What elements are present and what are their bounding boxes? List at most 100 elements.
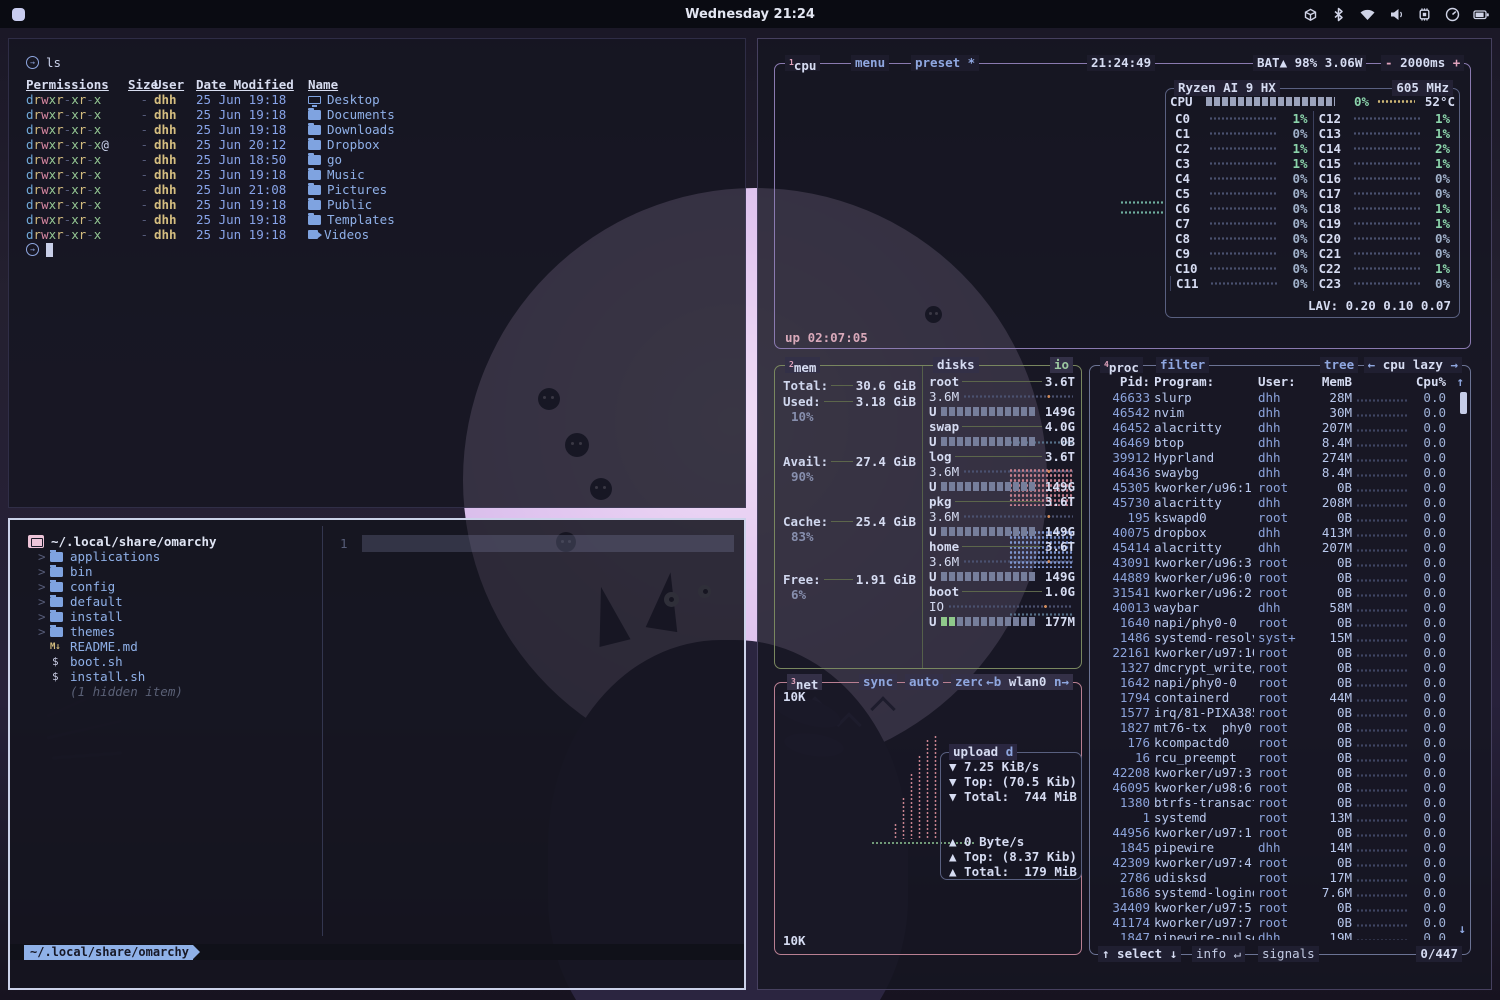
process-row[interactable]: 46633 slurp dhh 28M 0.0 [1096, 390, 1464, 405]
col-mem[interactable]: MemB [1308, 374, 1352, 389]
dropbox-icon[interactable] [1303, 7, 1318, 22]
cpu-chip-icon[interactable] [1417, 7, 1432, 22]
file-entry[interactable]: install.sh [10, 669, 322, 684]
process-row[interactable]: 45305 kworker/u96:1-sd root 0B 0.0 [1096, 480, 1464, 495]
file-entry[interactable]: default [10, 594, 322, 609]
scroll-down-arrow[interactable]: ↓ [1458, 921, 1466, 936]
process-row[interactable]: 1640 napi/phy0-0 root 0B 0.0 [1096, 615, 1464, 630]
ls-row: drwxr-xr-x - dhh 25 Jun 19:18 Videos [26, 227, 745, 242]
col-pid[interactable]: Pid: [1096, 374, 1150, 389]
net-box-title[interactable]: 3net [787, 674, 822, 690]
file-entry[interactable]: README.md [10, 639, 322, 654]
process-row[interactable]: 16 rcu_preempt root 0B 0.0 [1096, 750, 1464, 765]
volume-icon[interactable] [1389, 7, 1404, 22]
bluetooth-icon[interactable] [1331, 7, 1346, 22]
proc-scrollbar[interactable] [1460, 392, 1467, 414]
process-row[interactable]: 1827 mt76-tx phy0 root 0B 0.0 [1096, 720, 1464, 735]
core-row: C13 1% [1313, 126, 1456, 141]
process-row[interactable]: 44956 kworker/u97:1-kc root 0B 0.0 [1096, 825, 1464, 840]
process-row[interactable]: 31541 kworker/u96:2-sd root 0B 0.0 [1096, 585, 1464, 600]
file-entry[interactable]: bin [10, 564, 322, 579]
process-row[interactable]: 45414 alacritty dhh 207M 0.0 [1096, 540, 1464, 555]
process-mem-graph [1356, 758, 1408, 763]
net-stats-key[interactable]: d [1006, 744, 1014, 759]
preset-button[interactable]: preset * [911, 55, 979, 71]
core-row: C15 1% [1313, 156, 1456, 171]
col-user[interactable]: User: [1258, 374, 1304, 389]
net-interface-switcher[interactable]: ←b wlan0 n→ [982, 674, 1073, 690]
wifi-icon[interactable] [1359, 7, 1376, 22]
terminal-cursor[interactable] [46, 243, 53, 257]
process-row[interactable]: 195 kswapd0 root 0B 0.0 [1096, 510, 1464, 525]
process-name: pipewire-pulse [1154, 930, 1254, 940]
file-entry[interactable]: config [10, 579, 322, 594]
process-row[interactable]: 1486 systemd-resolve syst+ 15M 0.0 [1096, 630, 1464, 645]
process-row[interactable]: 1845 pipewire dhh 14M 0.0 [1096, 840, 1464, 855]
process-row[interactable]: 1380 btrfs-transactio root 0B 0.0 [1096, 795, 1464, 810]
scroll-up-arrow[interactable]: ↑ [1450, 374, 1464, 389]
process-row[interactable]: 1577 irq/81-PIXA3854: root 0B 0.0 [1096, 705, 1464, 720]
process-row[interactable]: 22161 kworker/u97:10-k root 0B 0.0 [1096, 645, 1464, 660]
process-row[interactable]: 40013 waybar dhh 58M 0.0 [1096, 600, 1464, 615]
process-row[interactable]: 46542 nvim dhh 30M 0.0 [1096, 405, 1464, 420]
process-row[interactable]: 34409 kworker/u97:5-kc root 0B 0.0 [1096, 900, 1464, 915]
process-row[interactable]: 2786 udisksd root 17M 0.0 [1096, 870, 1464, 885]
process-mem: 7.6M [1308, 885, 1352, 900]
iface-prev-key[interactable]: ←b [986, 674, 1001, 689]
net-auto-button[interactable]: auto [905, 674, 943, 690]
core-row: C2 1% [1170, 141, 1313, 156]
process-row[interactable]: 39912 Hyprland dhh 274M 0.0 [1096, 450, 1464, 465]
process-row[interactable]: 176 kcompactd0 root 0B 0.0 [1096, 735, 1464, 750]
file-entry[interactable]: boot.sh [10, 654, 322, 669]
menu-button[interactable]: menu [851, 55, 889, 71]
process-row[interactable]: 42309 kworker/u97:4-kc root 0B 0.0 [1096, 855, 1464, 870]
iface-next-key[interactable]: n→ [1054, 674, 1069, 689]
process-row[interactable]: 40075 dropbox dhh 413M 0.0 [1096, 525, 1464, 540]
entry-label: ~/.local/share/omarchy [51, 534, 217, 549]
file-entry[interactable]: themes [10, 624, 322, 639]
file-entry[interactable]: applications [10, 549, 322, 564]
net-sync-button[interactable]: sync [859, 674, 897, 690]
signals-hint[interactable]: signals [1258, 946, 1319, 962]
process-row[interactable]: 1847 pipewire-pulse dhh 19M 0.0 [1096, 930, 1464, 940]
process-row[interactable]: 1642 napi/phy0-0 root 0B 0.0 [1096, 675, 1464, 690]
process-user: root [1258, 570, 1304, 585]
cpu-box-title[interactable]: 1cpu [785, 55, 820, 71]
tree-button[interactable]: tree [1320, 357, 1358, 373]
col-cpu[interactable]: Cpu% [1412, 374, 1446, 389]
process-row[interactable]: 46469 btop dhh 8.4M 0.0 [1096, 435, 1464, 450]
process-row[interactable]: 46436 swaybg dhh 8.4M 0.0 [1096, 465, 1464, 480]
filter-button[interactable]: filter [1156, 357, 1209, 373]
process-row[interactable]: 1327 dmcrypt_write/25 root 0B 0.0 [1096, 660, 1464, 675]
core-graph [1353, 176, 1421, 181]
core-label: C9 [1175, 246, 1205, 261]
process-row[interactable]: 1 systemd root 13M 0.0 [1096, 810, 1464, 825]
battery-icon[interactable] [1473, 7, 1490, 22]
col-program[interactable]: Program: [1154, 374, 1254, 389]
sort-selector[interactable]: ← cpu lazy → [1364, 357, 1462, 373]
process-row[interactable]: 42208 kworker/u97:3-fl root 0B 0.0 [1096, 765, 1464, 780]
process-row[interactable]: 41174 kworker/u97:7-kc root 0B 0.0 [1096, 915, 1464, 930]
file-entry[interactable]: install [10, 609, 322, 624]
file-entry[interactable]: ~/.local/share/omarchy [10, 534, 322, 549]
info-hint[interactable]: info ↵ [1192, 946, 1245, 962]
sort-next-arrow[interactable]: → [1450, 357, 1458, 372]
process-row[interactable]: 45730 alacritty dhh 208M 0.0 [1096, 495, 1464, 510]
sort-prev-arrow[interactable]: ← [1368, 357, 1376, 372]
file-entry[interactable]: (1 hidden item) [10, 684, 322, 699]
interval-plus-button[interactable]: + [1453, 55, 1461, 70]
process-row[interactable]: 46095 kworker/u98:6-kc root 0B 0.0 [1096, 780, 1464, 795]
gauge-icon[interactable] [1445, 7, 1460, 22]
process-row[interactable]: 43091 kworker/u96:3-gf root 0B 0.0 [1096, 555, 1464, 570]
interval-minus-button[interactable]: - [1385, 55, 1393, 70]
process-row[interactable]: 44889 kworker/u96:0-gf root 0B 0.0 [1096, 570, 1464, 585]
process-row[interactable]: 46452 alacritty dhh 207M 0.0 [1096, 420, 1464, 435]
disk-size: 3.6T [1045, 449, 1075, 464]
select-hint[interactable]: ↑ select ↓ [1098, 946, 1181, 962]
process-row[interactable]: 1794 containerd root 44M 0.0 [1096, 690, 1464, 705]
ls-row: drwxr-xr-x - dhh 25 Jun 19:18 Public [26, 197, 745, 212]
proc-box-title[interactable]: 4proc [1100, 357, 1143, 373]
process-row[interactable]: 1686 systemd-logind root 7.6M 0.0 [1096, 885, 1464, 900]
process-pid: 1847 [1096, 930, 1150, 940]
process-pid: 1577 [1096, 705, 1150, 720]
